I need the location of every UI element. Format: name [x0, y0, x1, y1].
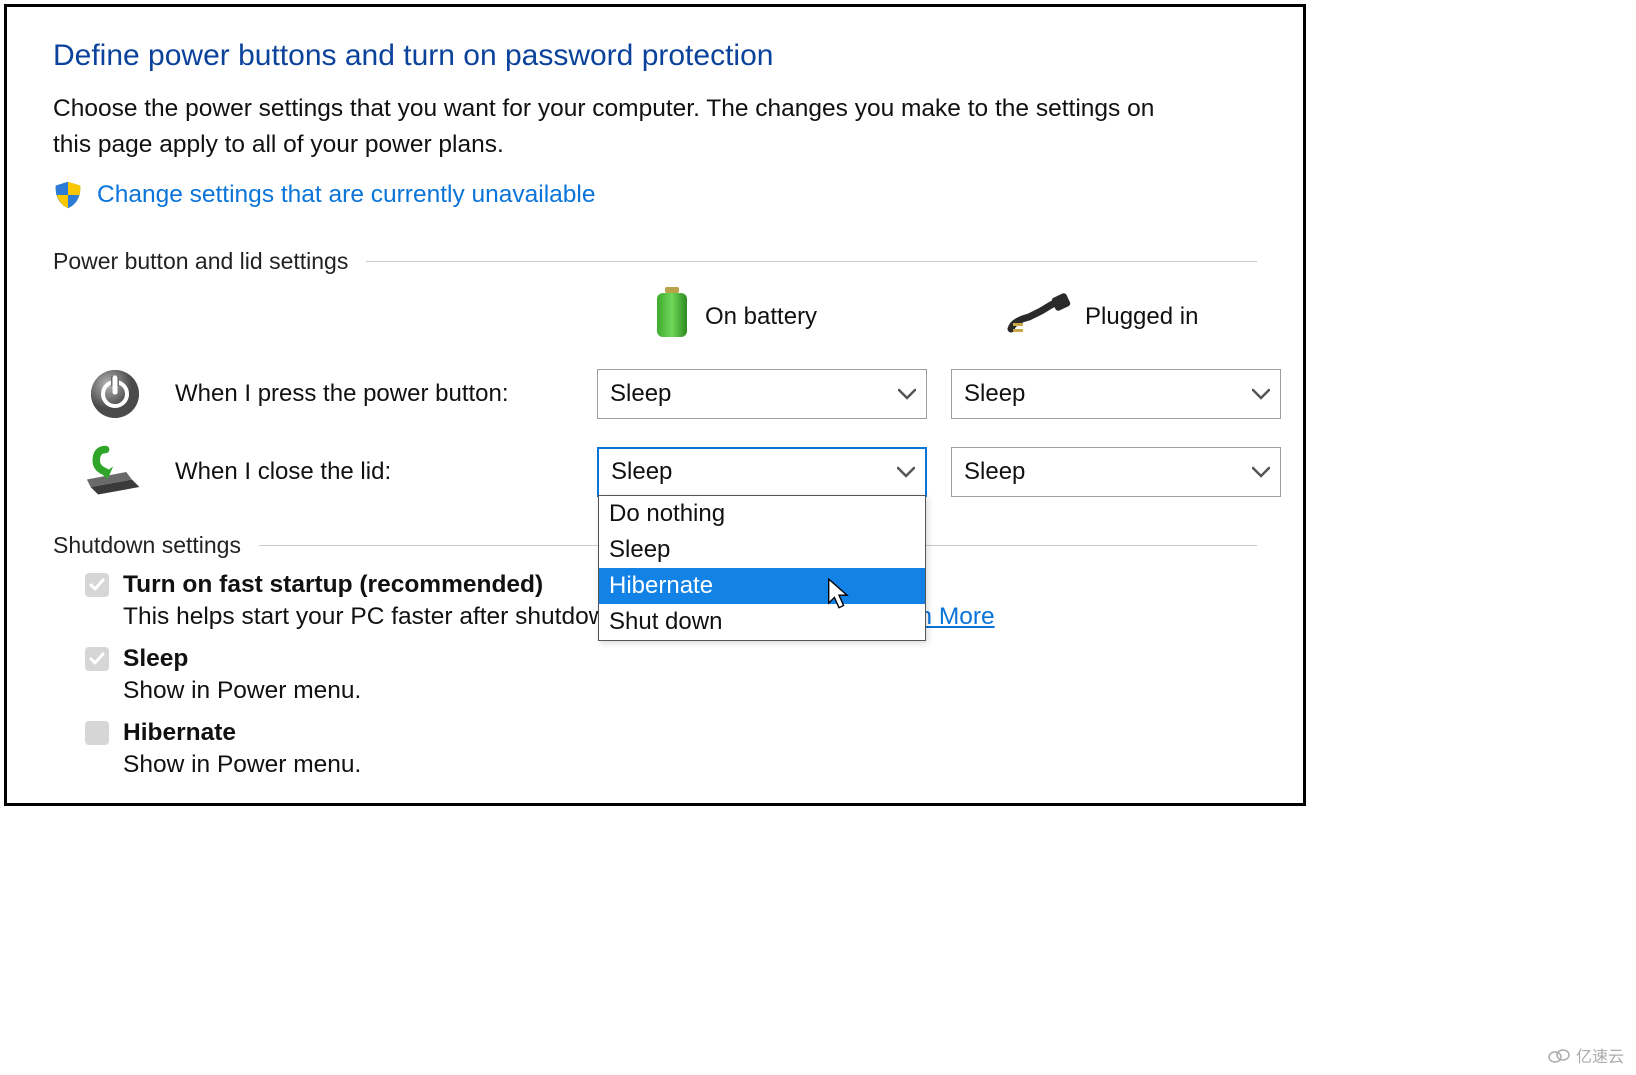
combo-power-button-battery[interactable]: Sleep: [597, 369, 927, 419]
section-power-lid: Power button and lid settings: [53, 248, 1257, 275]
hibernate-desc: Show in Power menu.: [123, 751, 1257, 779]
section-power-lid-label: Power button and lid settings: [53, 248, 348, 275]
checkbox-hibernate[interactable]: [85, 721, 109, 745]
power-options-panel: Define power buttons and turn on passwor…: [4, 4, 1306, 806]
column-plugged-in: Plugged in: [951, 291, 1281, 342]
checkbox-fast-startup[interactable]: [85, 573, 109, 597]
watermark: 亿速云: [1548, 1043, 1624, 1067]
row-close-lid-label: When I close the lid:: [175, 458, 391, 486]
combo-power-button-plugged[interactable]: Sleep: [951, 369, 1281, 419]
row-power-button: When I press the power button:: [53, 364, 573, 424]
column-plugged-in-label: Plugged in: [1085, 303, 1198, 331]
column-on-battery-label: On battery: [705, 303, 817, 331]
chevron-down-icon: [897, 466, 915, 478]
dropdown-option[interactable]: Do nothing: [599, 496, 925, 532]
combo-value: Sleep: [611, 458, 672, 486]
dropdown-option[interactable]: Shut down: [599, 604, 925, 640]
fast-startup-label: Turn on fast startup (recommended): [123, 571, 543, 599]
close-lid-icon: [85, 442, 145, 502]
section-rule: [366, 261, 1257, 262]
intro-text: Choose the power settings that you want …: [53, 91, 1173, 162]
dropdown-option[interactable]: Sleep: [599, 532, 925, 568]
plug-icon: [1007, 291, 1071, 342]
chevron-down-icon: [898, 388, 916, 400]
sleep-desc: Show in Power menu.: [123, 677, 1257, 705]
combo-close-lid-battery[interactable]: Sleep Do nothingSleepHibernateShut down: [597, 447, 927, 497]
hibernate-label: Hibernate: [123, 719, 236, 747]
row-close-lid: When I close the lid:: [53, 442, 573, 502]
shutdown-item-sleep: Sleep Show in Power menu.: [85, 645, 1257, 705]
row-power-button-label: When I press the power button:: [175, 380, 509, 408]
section-shutdown-label: Shutdown settings: [53, 532, 241, 559]
power-lid-grid: On battery Plugged in: [53, 287, 1257, 502]
shutdown-item-hibernate: Hibernate Show in Power menu.: [85, 719, 1257, 779]
admin-link-row[interactable]: Change settings that are currently unava…: [53, 180, 1257, 210]
checkbox-sleep[interactable]: [85, 647, 109, 671]
combo-close-lid-battery-dropdown[interactable]: Do nothingSleepHibernateShut down: [598, 495, 926, 641]
chevron-down-icon: [1252, 388, 1270, 400]
combo-value: Sleep: [610, 380, 671, 408]
page-title: Define power buttons and turn on passwor…: [53, 39, 1257, 73]
uac-shield-icon: [53, 180, 83, 210]
chevron-down-icon: [1252, 466, 1270, 478]
sleep-label: Sleep: [123, 645, 188, 673]
combo-close-lid-plugged[interactable]: Sleep: [951, 447, 1281, 497]
change-unavailable-settings-link[interactable]: Change settings that are currently unava…: [97, 181, 595, 209]
power-button-icon: [85, 364, 145, 424]
dropdown-option[interactable]: Hibernate: [599, 568, 925, 604]
battery-icon: [653, 287, 691, 346]
combo-value: Sleep: [964, 380, 1025, 408]
column-on-battery: On battery: [597, 287, 927, 346]
combo-value: Sleep: [964, 458, 1025, 486]
